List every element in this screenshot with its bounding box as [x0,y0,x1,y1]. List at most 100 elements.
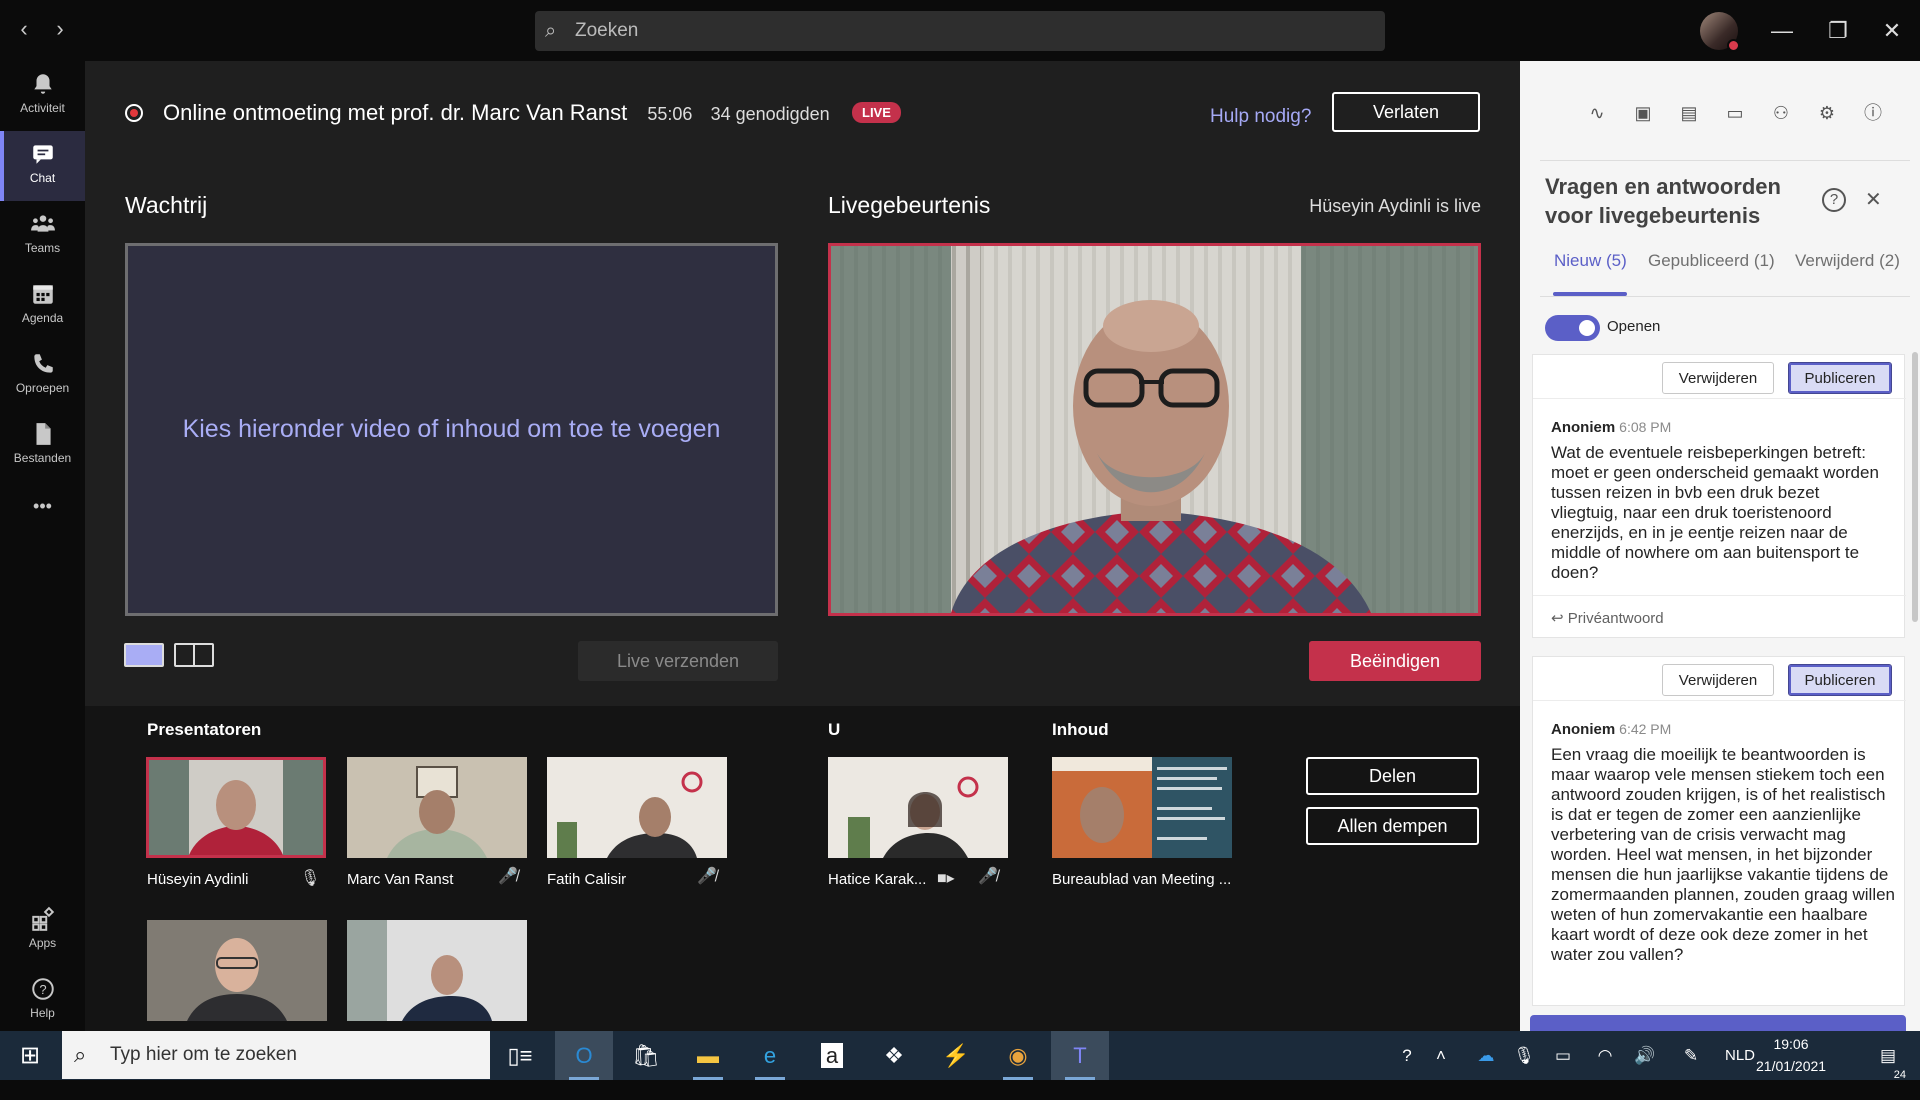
attendee-count: 34 genodigden [710,104,830,124]
help-icon: ? [31,978,54,1000]
edge-icon[interactable]: e [741,1031,799,1080]
scrollbar[interactable] [1912,352,1918,622]
send-live-button[interactable]: Live verzenden [578,641,778,681]
help-icon[interactable]: ? [1390,1031,1424,1080]
presenter-thumbnail[interactable] [547,757,727,858]
private-reply-link[interactable]: ↩ Privéantwoord [1551,609,1664,627]
minimize-icon[interactable]: — [1762,12,1802,50]
avatar[interactable] [1700,12,1740,52]
notification-icon[interactable]: ▤ 24 [1868,1031,1908,1081]
store-icon[interactable]: 🛍 [617,1031,675,1080]
chevron-up-icon[interactable]: ˄ [1428,1031,1454,1080]
presenter-thumbnail[interactable] [347,920,527,1021]
publish-button[interactable]: Publiceren [1788,664,1892,696]
close-icon[interactable]: ✕ [1865,187,1882,212]
onedrive-icon[interactable]: ☁ [1472,1031,1500,1080]
volume-icon[interactable]: 🔊 [1632,1031,1658,1080]
microphone-icon[interactable]: 🎙 [1512,1031,1536,1080]
file-explorer-icon[interactable]: ▬ [679,1031,737,1080]
chat-bubble-icon[interactable]: ▭ [1722,100,1748,126]
taskbar-search-input[interactable]: ⌕ Typ hier om te zoeken [62,1031,490,1079]
wifi-icon[interactable]: ◠ [1592,1031,1618,1080]
chrome-icon[interactable]: ◉ [989,1031,1047,1080]
presenter-thumbnail[interactable] [147,920,327,1021]
outlook-icon[interactable]: O [555,1031,613,1080]
people-icon[interactable]: ⚇ [1768,100,1794,126]
question-card: Verwijderen Publiceren Anoniem 6:08 PM Wa… [1532,354,1906,638]
activity-icon[interactable]: ∿ [1584,100,1610,126]
rail-item-apps[interactable]: Apps [0,896,85,966]
language-indicator[interactable]: NLD [1720,1031,1760,1080]
end-event-button[interactable]: Beëindigen [1309,641,1481,681]
rail-item-oproepen[interactable]: Oproepen [0,341,85,411]
content-name: Bureaublad van Meeting ... [1052,871,1232,888]
layout-split-button[interactable] [174,643,214,667]
delete-button[interactable]: Verwijderen [1662,362,1774,394]
close-icon[interactable]: ✕ [1872,12,1912,50]
rail-item-chat[interactable]: Chat [0,131,85,201]
help-link[interactable]: Hulp nodig? [1210,106,1311,128]
help-icon[interactable]: ? [1822,188,1846,212]
presenter-thumbnail[interactable] [146,757,326,858]
forward-arrow-icon[interactable]: › [44,14,76,46]
chat-icon [32,145,53,164]
phone-icon [33,354,53,373]
gear-icon[interactable]: ⚙ [1814,100,1840,126]
card-actions: Verwijderen Publiceren [1533,355,1906,399]
tab-published[interactable]: Gepubliceerd (1) [1648,251,1775,271]
question-card: Verwijderen Publiceren Anoniem 6:42 PM Ee… [1532,656,1906,1006]
share-button[interactable]: Delen [1306,757,1479,795]
windows-taskbar: ⊞ ⌕ Typ hier om te zoeken ▯≡ O 🛍 ▬ e a ❖… [0,1031,1920,1081]
app-icon[interactable]: ⚡ [927,1031,985,1080]
windows-start-icon[interactable]: ⊞ [0,1031,60,1080]
question-body: Anoniem 6:42 PM Een vraag die moeilijk te… [1551,721,1896,965]
content-thumbnail[interactable] [1052,757,1232,858]
rail-item-teams[interactable]: Teams [0,201,85,271]
qa-icon[interactable]: ▣ [1630,100,1656,126]
mic-on-icon[interactable]: 🎙 [300,868,320,888]
layout-single-button[interactable] [124,643,164,667]
tab-deleted[interactable]: Verwijderd (2) [1795,251,1900,271]
live-video [828,243,1481,616]
search-input[interactable]: ⌕ Zoeken [535,11,1385,51]
app-rail: Activiteit Chat Teams Agenda Oproepen Be… [0,61,85,1031]
mic-off-icon[interactable]: 🎤̸ [697,866,717,886]
amazon-glyph: a [820,1043,844,1068]
notes-icon[interactable]: ▤ [1676,100,1702,126]
tab-divider [1540,296,1910,297]
info-icon[interactable]: ⓘ [1860,100,1886,126]
taskbar-clock[interactable]: 19:06 21/01/2021 [1756,1033,1826,1077]
publish-button[interactable]: Publiceren [1788,362,1892,394]
teams-icon[interactable]: T [1051,1031,1109,1080]
delete-button[interactable]: Verwijderen [1662,664,1774,696]
mic-off-icon[interactable]: 🎤̸ [978,866,998,886]
self-thumbnail[interactable] [828,757,1008,858]
live-badge: LIVE [852,102,901,123]
rail-item-bestanden[interactable]: Bestanden [0,411,85,481]
back-arrow-icon[interactable]: ‹ [8,14,40,46]
amazon-icon[interactable]: a [803,1031,861,1080]
tab-new[interactable]: Nieuw (5) [1554,251,1627,271]
more-apps-icon[interactable]: ••• [0,491,85,531]
reply-arrow-icon: ↩ [1551,610,1564,627]
presenter-thumbnail[interactable] [347,757,527,858]
camera-icon[interactable]: ■▸ [937,868,955,888]
battery-icon[interactable]: ▭ [1550,1031,1576,1080]
dropbox-icon[interactable]: ❖ [865,1031,923,1080]
presenter-name: Marc Van Ranst [347,871,454,888]
maximize-icon[interactable]: ❐ [1818,12,1858,50]
qa-title: Vragen en antwoorden voor livegebeurteni… [1545,174,1781,228]
pen-icon[interactable]: ✎ [1678,1031,1704,1080]
presenters-title: Presentatoren [147,720,262,739]
mic-off-icon[interactable]: 🎤̸ [498,866,518,886]
meeting-duration: 55:06 [647,104,693,124]
rail-item-activiteit[interactable]: Activiteit [0,61,85,131]
task-view-icon[interactable]: ▯≡ [491,1031,549,1080]
rail-item-help[interactable]: ? Help [0,966,85,1036]
rail-item-agenda[interactable]: Agenda [0,271,85,341]
notification-count: 24 [1893,1069,1906,1081]
leave-button[interactable]: Verlaten [1332,92,1480,132]
mute-all-button[interactable]: Allen dempen [1306,807,1479,845]
queue-preview[interactable]: Kies hieronder video of inhoud om toe te… [125,243,778,616]
open-qa-toggle[interactable] [1545,315,1600,341]
